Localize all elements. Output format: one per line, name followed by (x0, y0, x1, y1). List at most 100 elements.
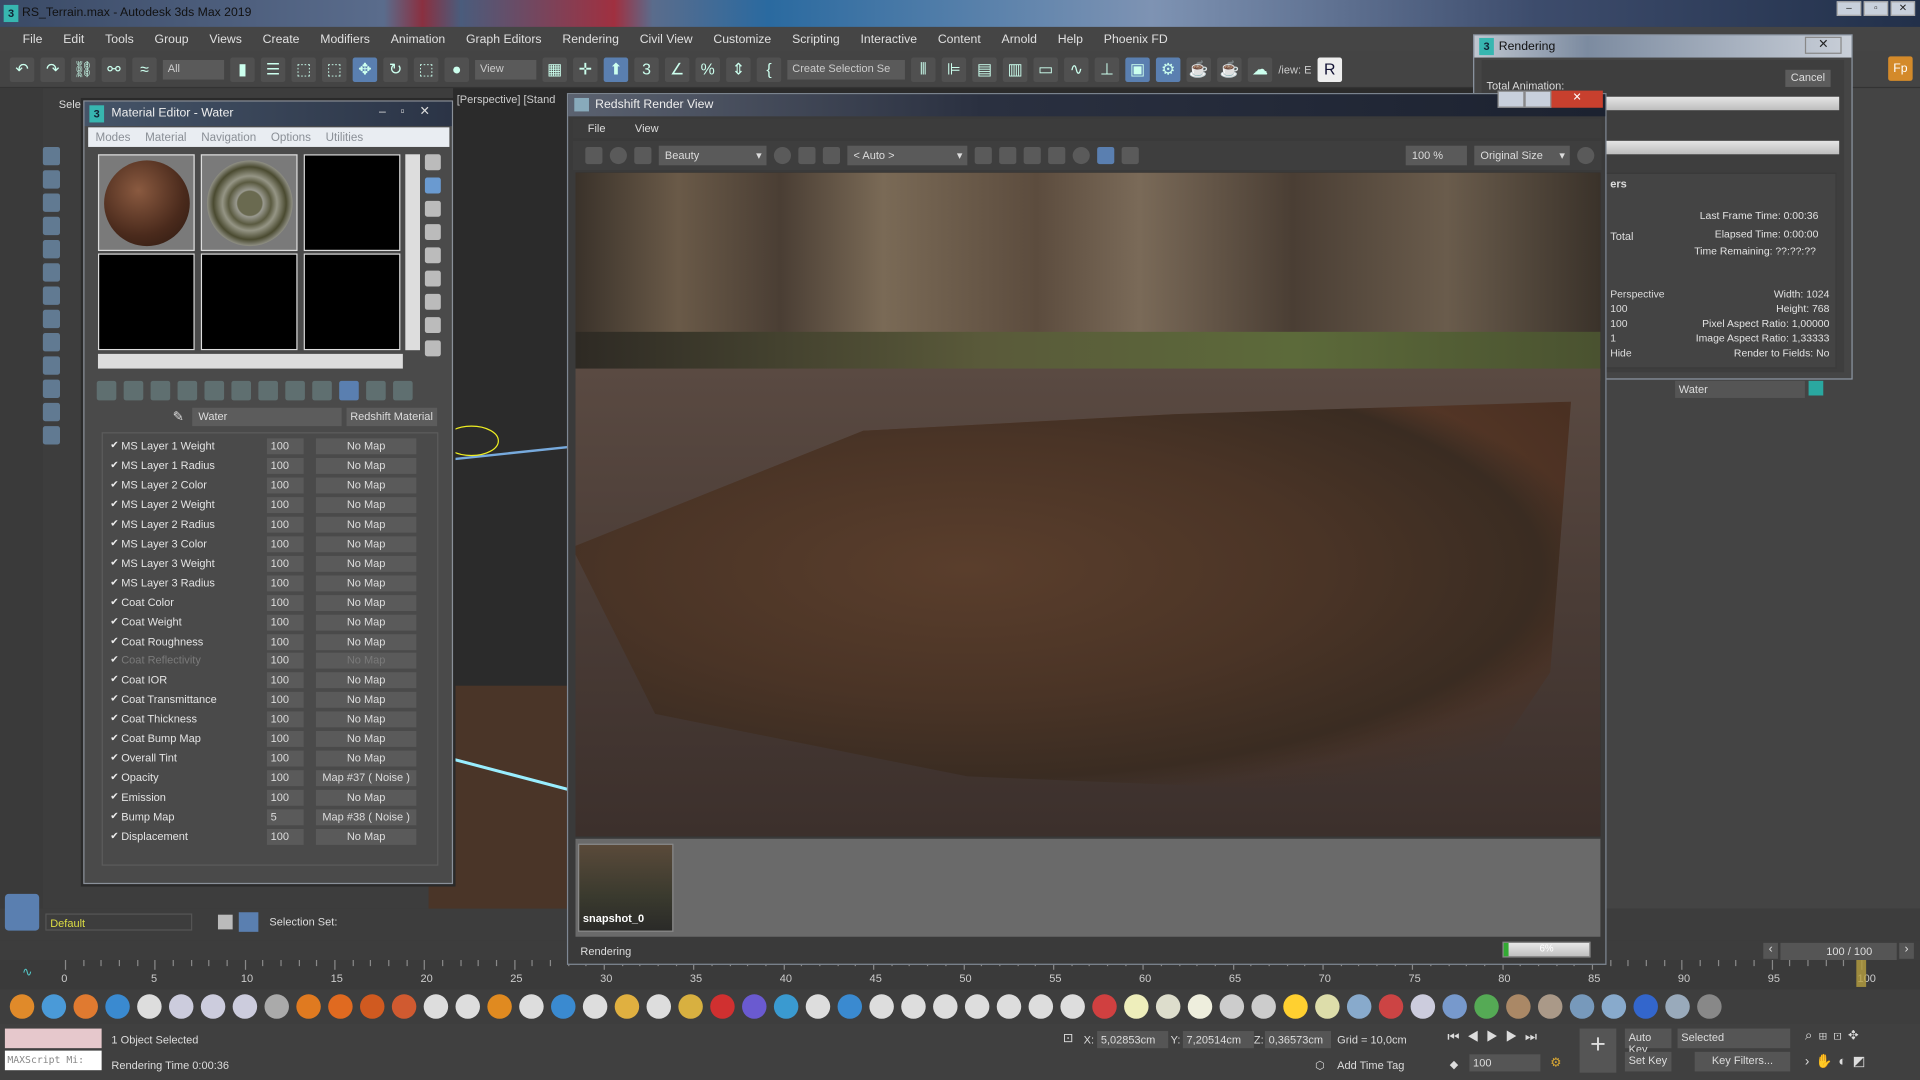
selection-filter-dropdown[interactable]: All (162, 59, 225, 79)
rgb-icon[interactable] (773, 146, 792, 165)
enable-checkbox[interactable]: ✔ (110, 830, 118, 841)
shelf-tool-icon[interactable] (455, 994, 481, 1019)
add-snapshot-icon[interactable] (1121, 146, 1139, 165)
param-amount-spinner[interactable]: 100 (266, 789, 304, 806)
material-color-swatch[interactable] (1808, 380, 1824, 396)
enable-checkbox[interactable]: ✔ (110, 459, 118, 470)
shelf-tool-icon[interactable] (1665, 994, 1690, 1019)
grid-icon[interactable] (798, 146, 816, 165)
minimize-button[interactable]: ‒ (1836, 1, 1862, 16)
shelf-tool-icon[interactable] (1569, 994, 1595, 1019)
shelf-tool-icon[interactable] (996, 994, 1022, 1019)
shelf-tool-icon[interactable] (1155, 994, 1181, 1019)
zoom-field[interactable]: 100 % (1405, 145, 1467, 166)
undo-icon[interactable]: ↶ (9, 56, 35, 82)
param-amount-spinner[interactable]: 100 (266, 770, 304, 787)
enable-checkbox[interactable]: ✔ (110, 635, 118, 646)
layer-explorer-icon[interactable]: ▥ (1002, 56, 1028, 82)
shelf-tool-icon[interactable] (423, 994, 449, 1019)
shelf-tool-icon[interactable] (105, 994, 130, 1019)
param-amount-spinner[interactable]: 100 (266, 594, 304, 611)
add-time-tag[interactable]: Add Time Tag (1337, 1059, 1404, 1071)
shelf-tool-icon[interactable] (1378, 994, 1404, 1019)
material-id-icon[interactable] (285, 380, 305, 401)
shelf-tool-icon[interactable] (1187, 994, 1213, 1019)
param-map-button[interactable]: No Map (315, 614, 417, 631)
enable-checkbox[interactable]: ✔ (110, 576, 118, 587)
param-amount-spinner[interactable]: 100 (266, 555, 304, 572)
aov-dropdown[interactable]: Beauty ▾ (658, 145, 767, 166)
param-amount-spinner[interactable]: 100 (266, 750, 304, 767)
menu-content[interactable]: Content (927, 32, 991, 45)
select-by-material-icon[interactable] (424, 317, 441, 334)
shelf-tool-icon[interactable] (200, 994, 226, 1019)
align-icon[interactable]: ⊫ (941, 56, 967, 82)
options-icon[interactable] (424, 293, 441, 310)
enable-checkbox[interactable]: ✔ (110, 479, 118, 490)
lock-icon[interactable] (974, 146, 992, 165)
sample-slot-1[interactable] (97, 154, 195, 252)
shelf-tool-icon[interactable] (296, 994, 321, 1019)
render-frame-window-icon[interactable]: ⚙ (1155, 56, 1181, 82)
rect-region-icon[interactable]: ⬚ (291, 56, 316, 82)
z-coordinate-field[interactable]: 0,36573cm (1264, 1031, 1332, 1049)
shelf-tool-icon[interactable] (869, 994, 894, 1019)
viewport-nav-controls[interactable]: ⌕⊞⊡✥ (1805, 1029, 1865, 1045)
select-by-name-icon[interactable]: ☰ (260, 56, 286, 82)
shelf-tool-icon[interactable] (551, 994, 576, 1019)
enable-checkbox[interactable]: ✔ (110, 713, 118, 724)
key-mode-dropdown[interactable]: Selected (1677, 1028, 1791, 1049)
current-frame-marker[interactable] (1856, 960, 1867, 987)
param-map-button[interactable]: No Map (315, 555, 417, 572)
select-move-icon[interactable]: ✥ (352, 56, 378, 82)
param-amount-spinner[interactable]: 100 (266, 536, 304, 552)
param-map-button[interactable]: No Map (315, 789, 417, 806)
menu-graph-editors[interactable]: Graph Editors (456, 32, 552, 45)
sample-slot-5[interactable] (200, 253, 298, 351)
param-amount-spinner[interactable]: 100 (266, 633, 304, 650)
layer-dropdown[interactable]: Default (45, 913, 193, 931)
enable-checkbox[interactable]: ✔ (110, 518, 118, 529)
enable-checkbox[interactable]: ✔ (110, 674, 118, 685)
bucket-grid-icon[interactable] (999, 146, 1017, 165)
shelf-tool-icon[interactable] (137, 994, 162, 1019)
reset-map-icon[interactable] (177, 380, 198, 401)
keyboard-shortcut-icon[interactable]: ⬆ (603, 56, 629, 82)
shelf-tool-icon[interactable] (1283, 994, 1308, 1019)
ribbon-icon[interactable]: ▭ (1033, 56, 1058, 82)
param-amount-spinner[interactable]: 5 (266, 809, 304, 826)
param-amount-spinner[interactable]: 100 (266, 496, 304, 513)
unlink-icon[interactable]: ⚯ (101, 56, 127, 82)
enable-checkbox[interactable]: ✔ (110, 752, 118, 763)
param-map-button[interactable]: No Map (315, 750, 417, 767)
pivot-icon[interactable]: ▦ (542, 56, 567, 82)
material-type-button[interactable]: Redshift Material (346, 407, 438, 427)
circle-icon[interactable] (1072, 146, 1090, 165)
render-production-icon[interactable]: ☕ (1186, 56, 1212, 82)
utilities-icon[interactable] (42, 263, 61, 282)
auto-key-button[interactable]: Auto Key (1624, 1028, 1672, 1056)
curve-editor-icon[interactable]: ∿ (22, 966, 32, 979)
shelf-tool-icon[interactable] (582, 994, 608, 1019)
enable-checkbox[interactable]: ✔ (110, 791, 118, 802)
enable-checkbox[interactable]: ✔ (110, 498, 118, 509)
current-frame-field[interactable]: 100 (1469, 1054, 1541, 1072)
param-amount-spinner[interactable]: 100 (266, 692, 304, 709)
enable-checkbox[interactable]: ✔ (110, 615, 118, 626)
menu-phoenix-fd[interactable]: Phoenix FD (1093, 32, 1178, 45)
enable-checkbox[interactable]: ✔ (110, 772, 118, 783)
shelf-tool-icon[interactable] (710, 994, 735, 1019)
param-amount-spinner[interactable]: 100 (266, 477, 304, 494)
shelf-tool-icon[interactable] (1633, 994, 1658, 1019)
enable-checkbox[interactable]: ✔ (110, 693, 118, 704)
viewport-label[interactable]: [Perspective] [Stand (457, 93, 556, 105)
shelf-tool-icon[interactable] (1410, 994, 1436, 1019)
link-icon[interactable]: ⛓ (71, 56, 96, 82)
x-coordinate-field[interactable]: 5,02853cm (1097, 1031, 1169, 1049)
shelf-tool-icon[interactable] (1219, 994, 1245, 1019)
me-menu-options[interactable]: Options (271, 130, 326, 143)
param-amount-spinner[interactable]: 100 (266, 516, 304, 533)
absolute-mode-icon[interactable]: ⊡ (1063, 1032, 1073, 1045)
get-material-icon[interactable] (96, 380, 117, 401)
manipulate-icon[interactable]: ✛ (573, 56, 598, 82)
